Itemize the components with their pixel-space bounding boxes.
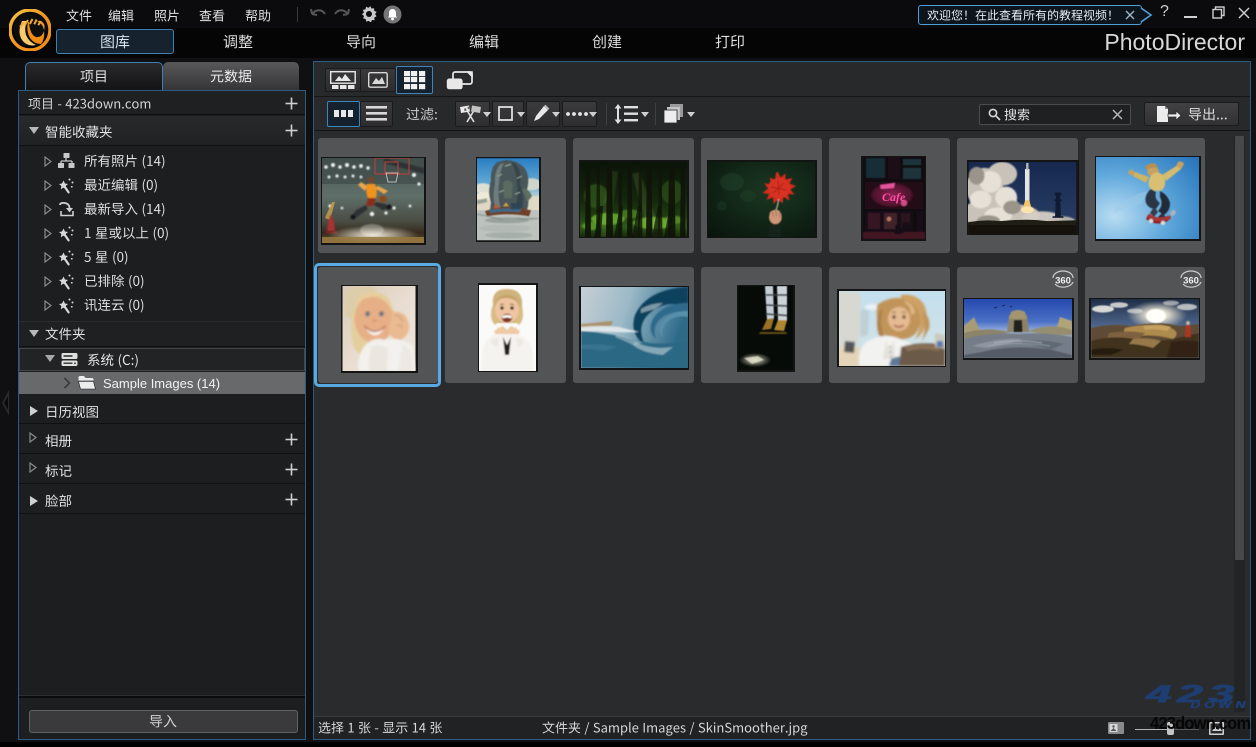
svg-text:360: 360: [1055, 276, 1071, 287]
svg-text:Cafe: Cafe: [882, 190, 906, 204]
svg-text:360: 360: [1183, 276, 1199, 287]
